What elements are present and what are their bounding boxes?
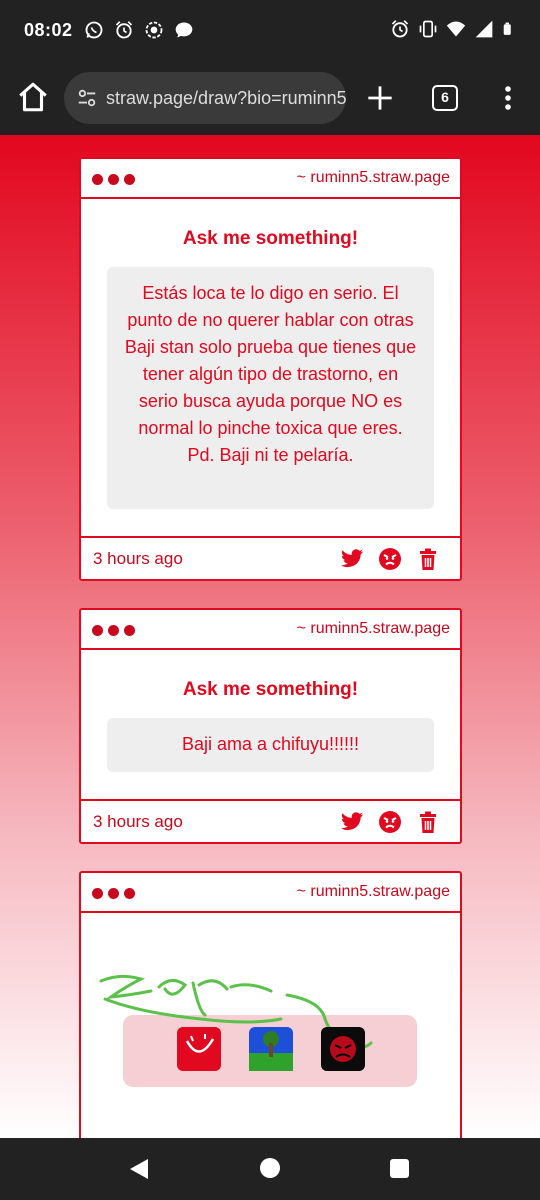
angry-face-icon[interactable]	[378, 810, 402, 834]
angry-face-icon[interactable]	[378, 547, 402, 571]
timestamp: 3 hours ago	[93, 812, 183, 831]
status-bar: 08:02	[0, 0, 540, 62]
trash-icon[interactable]	[416, 810, 440, 834]
page-content: ~ ruminn5.straw.page Ask me something! E…	[0, 135, 540, 1138]
vibrate-icon	[419, 20, 437, 38]
card-header: ~ ruminn5.straw.page	[81, 873, 460, 913]
recent-apps-button[interactable]	[390, 1159, 409, 1178]
status-time: 08:02	[24, 20, 73, 40]
home-button[interactable]	[260, 1158, 280, 1178]
window-dots	[92, 888, 135, 899]
message-card: ~ ruminn5.straw.page Ask me something! E…	[79, 157, 462, 581]
site-settings-icon[interactable]	[76, 87, 98, 109]
drawing-canvas	[99, 974, 417, 1087]
window-dots	[92, 174, 135, 185]
record-icon	[145, 21, 163, 39]
more-options-icon[interactable]	[498, 84, 518, 112]
signal-icon	[475, 20, 493, 38]
whatsapp-icon	[85, 21, 103, 39]
red-sticker-image	[177, 1027, 221, 1071]
card-footer: 3 hours ago	[81, 799, 460, 842]
new-tab-icon[interactable]	[366, 84, 394, 112]
drawing-card: ~ ruminn5.straw.page	[79, 871, 462, 1138]
twitter-icon[interactable]	[340, 810, 364, 834]
home-icon[interactable]	[16, 80, 50, 114]
system-nav-bar	[0, 1138, 540, 1200]
message-text: Estás loca te lo digo en serio. El punto…	[107, 267, 434, 509]
message-card: ~ ruminn5.straw.page Ask me something! B…	[79, 608, 462, 844]
message-text: Baji ama a chifuyu!!!!!!	[107, 718, 434, 772]
alarm-icon	[391, 20, 409, 38]
browser-toolbar: straw.page/draw?bio=ruminn5 6	[0, 62, 540, 135]
card-footer: 3 hours ago	[81, 536, 460, 579]
back-icon[interactable]	[128, 1158, 150, 1180]
card-site-label: ~ ruminn5.straw.page	[296, 883, 450, 900]
twitter-icon[interactable]	[340, 547, 364, 571]
trash-icon[interactable]	[416, 547, 440, 571]
card-title: Ask me something!	[182, 679, 359, 700]
timestamp: 3 hours ago	[93, 549, 183, 568]
card-site-label: ~ ruminn5.straw.page	[296, 620, 450, 637]
tab-switcher-button[interactable]: 6	[432, 85, 458, 111]
card-title: Ask me something!	[182, 228, 359, 249]
url-text[interactable]: straw.page/draw?bio=ruminn5	[106, 88, 346, 109]
card-header: ~ ruminn5.straw.page	[81, 610, 460, 650]
card-site-label: ~ ruminn5.straw.page	[296, 169, 450, 186]
wifi-icon	[446, 21, 466, 37]
dark-sticker-image	[321, 1027, 365, 1071]
battery-icon	[503, 22, 511, 35]
chat-icon	[175, 22, 193, 38]
tree-sticker-image	[249, 1027, 293, 1071]
card-header: ~ ruminn5.straw.page	[81, 159, 460, 199]
alarm-icon	[115, 21, 133, 39]
address-bar[interactable]: straw.page/draw?bio=ruminn5	[64, 72, 346, 124]
window-dots	[92, 625, 135, 636]
